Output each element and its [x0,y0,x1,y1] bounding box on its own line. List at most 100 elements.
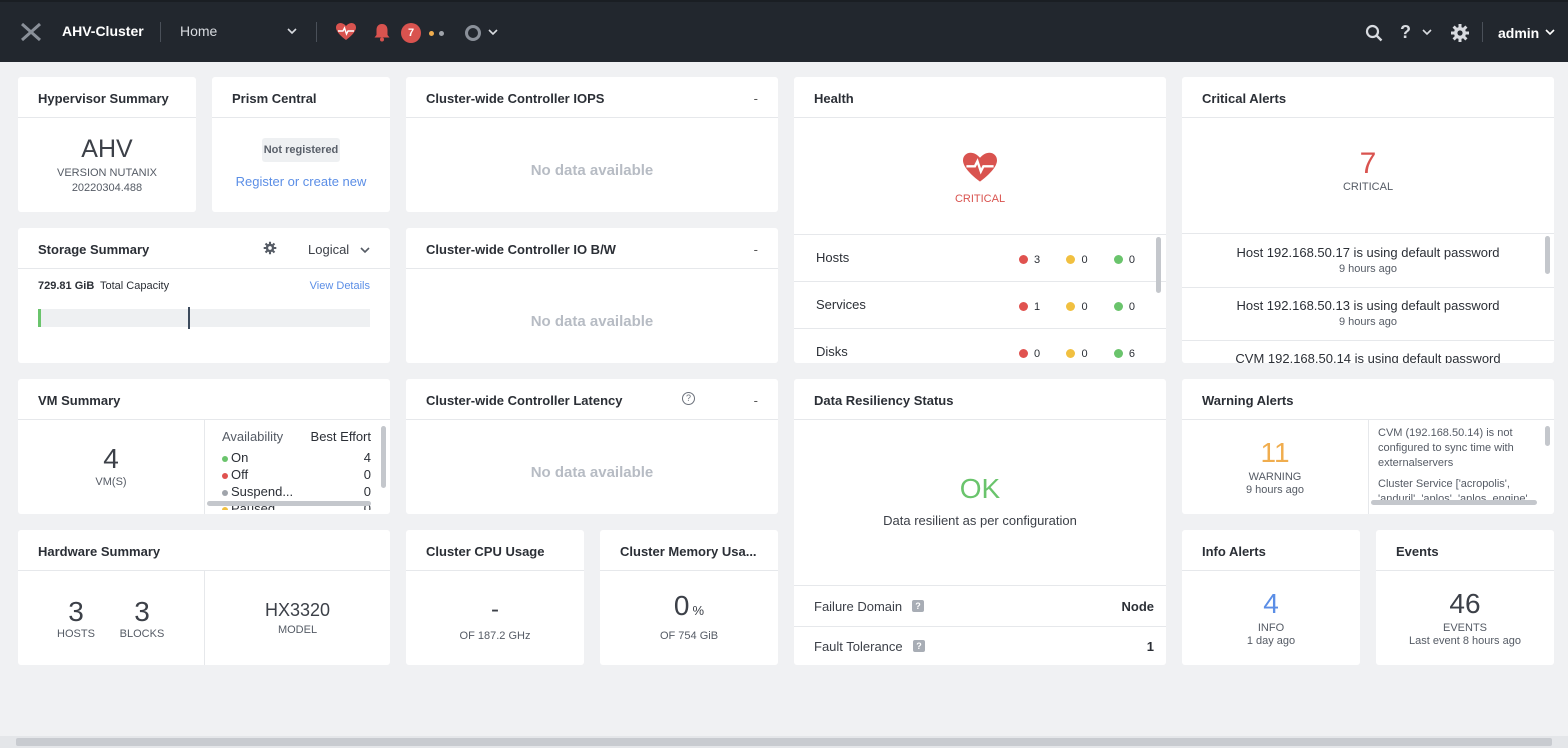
chevron-down-icon[interactable] [1545,26,1555,38]
health-row-services[interactable]: Services 1 0 0 [794,282,1166,328]
fault-tolerance-row: Fault Tolerance ? 1 [794,627,1166,665]
info-dot-icon [439,31,444,36]
info-alerts-widget[interactable]: Info Alerts 4 INFO 1 day ago [1182,530,1360,665]
warning-horizontal-scrollbar[interactable] [1371,500,1537,505]
memory-usage: 0% [600,590,778,622]
failure-domain-value: Node [1121,599,1155,614]
widget-title: Hardware Summary [38,544,161,559]
chevron-down-icon[interactable] [1422,26,1432,38]
nutanix-logo-icon[interactable] [20,22,42,42]
divider [1482,22,1483,42]
vm-state-row: Suspend... 0 [222,484,371,501]
resiliency-message: Data resilient as per configuration [883,513,1077,528]
health-counts: 3 0 0 [1019,251,1157,269]
controller-io-bw-widget[interactable]: Cluster-wide Controller IO B/W - No data… [406,228,778,363]
search-icon[interactable] [1365,24,1383,42]
storage-mode-select[interactable]: Logical [308,242,349,257]
health-scrollbar[interactable] [1156,237,1161,293]
warning-alert-list: CVM (192.168.50.14) is not configured to… [1378,426,1540,506]
warning-alert-count[interactable]: 11 [1182,437,1368,469]
question-icon[interactable]: ? [682,392,695,405]
event-count-label: EVENTS [1442,622,1487,634]
alert-item[interactable]: Host 192.168.50.13 is using default pass… [1182,288,1554,340]
suspended-dot-icon [222,489,228,496]
cluster-cpu-widget[interactable]: Cluster CPU Usage - OF 187.2 GHz [406,530,584,665]
critical-dot-icon [1019,255,1028,265]
storage-summary-widget[interactable]: Storage Summary Logical 729.81 GiB Total… [18,228,390,363]
health-counts: 1 0 0 [1019,298,1157,316]
widget-menu-dash[interactable]: - [754,91,758,106]
resiliency-status: OK [959,473,1001,504]
events-widget[interactable]: Events 46 EVENTS Last event 8 hours ago [1376,530,1554,665]
home-menu[interactable]: Home [180,23,217,39]
memory-usage-unit: % [692,603,705,618]
warning-alert-label: WARNING [1248,471,1302,483]
scrollbar-thumb[interactable] [16,738,1552,746]
controller-latency-widget[interactable]: Cluster-wide Controller Latency ? - No d… [406,379,778,514]
critical-alerts-widget[interactable]: Critical Alerts 7 CRITICAL Host 192.168.… [1182,77,1554,363]
event-count[interactable]: 46 [1376,588,1554,620]
cluster-name[interactable]: AHV-Cluster [62,23,144,39]
block-count[interactable]: 3 [112,596,172,628]
view-details-link[interactable]: View Details [310,280,370,292]
alert-count-badge[interactable]: 7 [401,23,421,43]
cluster-memory-widget[interactable]: Cluster Memory Usa... 0% OF 754 GiB [600,530,778,665]
capacity-value: 729.81 GiB [38,280,95,292]
heart-health-icon[interactable] [335,22,357,42]
alert-item[interactable]: Host 192.168.50.17 is using default pass… [1182,234,1554,286]
widget-title: Cluster-wide Controller Latency [426,393,623,408]
cpu-capacity: OF 187.2 GHz [459,630,531,642]
ok-count: 6 [1128,347,1136,360]
alerts-scrollbar[interactable] [1545,236,1550,274]
task-circle-icon[interactable] [464,24,482,42]
gear-icon[interactable] [1450,23,1470,43]
health-row-hosts[interactable]: Hosts 3 0 0 [794,235,1166,281]
vm-summary-widget[interactable]: VM Summary 4 VM(S) Availability Best Eff… [18,379,390,514]
divider [1182,117,1554,118]
cpu-usage-value: - [491,596,499,623]
bell-icon[interactable] [373,22,391,42]
controller-iops-widget[interactable]: Cluster-wide Controller IOPS - No data a… [406,77,778,212]
chevron-down-icon[interactable] [488,26,498,38]
info-alert-time: 1 day ago [1246,635,1296,647]
warning-dot-icon [429,31,434,36]
fault-tolerance-value: 1 [1146,639,1154,654]
page-horizontal-scrollbar[interactable] [0,736,1568,748]
divider [406,117,778,118]
health-row-disks[interactable]: Disks 0 0 6 [794,329,1166,363]
ok-count: 0 [1128,300,1136,313]
register-link[interactable]: Register or create new [212,174,390,189]
heart-health-icon [963,152,997,182]
data-resiliency-widget[interactable]: Data Resiliency Status OK Data resilient… [794,379,1166,665]
alert-item[interactable]: CVM 192.168.50.14 is using default passw… [1182,341,1554,363]
widget-title: Health [814,91,854,106]
question-icon[interactable]: ? [913,640,925,652]
critical-alert-count[interactable]: 7 [1182,147,1554,181]
warning-vertical-scrollbar[interactable] [1545,426,1550,446]
user-menu[interactable]: admin [1498,25,1539,41]
warning-count: 0 [1081,347,1088,360]
divider [1182,570,1360,571]
gear-icon[interactable] [263,241,277,255]
chevron-down-icon[interactable] [286,24,298,38]
chevron-down-icon[interactable] [360,244,370,256]
alert-item[interactable]: CVM (192.168.50.14) is not configured to… [1378,426,1540,471]
warning-alerts-widget[interactable]: Warning Alerts 11 WARNING 9 hours ago CV… [1182,379,1554,514]
widget-menu-dash[interactable]: - [754,242,758,257]
fault-tolerance-label: Fault Tolerance [814,639,903,654]
vm-state-value: 0 [363,467,371,482]
vm-list-vertical-scrollbar[interactable] [381,426,386,488]
info-alert-count[interactable]: 4 [1182,588,1360,620]
vm-count[interactable]: 4 [18,443,204,475]
widget-menu-dash[interactable]: - [754,393,758,408]
question-icon[interactable]: ? [912,600,924,612]
question-icon[interactable]: ? [1400,22,1411,43]
host-count[interactable]: 3 [46,596,106,628]
health-widget[interactable]: Health CRITICAL Hosts 3 0 0 Services 1 0… [794,77,1166,363]
divider [18,268,390,269]
hardware-summary-widget[interactable]: Hardware Summary 3 HOSTS 3 BLOCKS HX3320… [18,530,390,665]
failure-domain-row: Failure Domain ? Node [794,586,1166,626]
hypervisor-summary-widget[interactable]: Hypervisor Summary AHV VERSION NUTANIX 2… [18,77,196,212]
vm-list-horizontal-scrollbar[interactable] [207,501,371,506]
prism-central-widget[interactable]: Prism Central Not registered Register or… [212,77,390,212]
